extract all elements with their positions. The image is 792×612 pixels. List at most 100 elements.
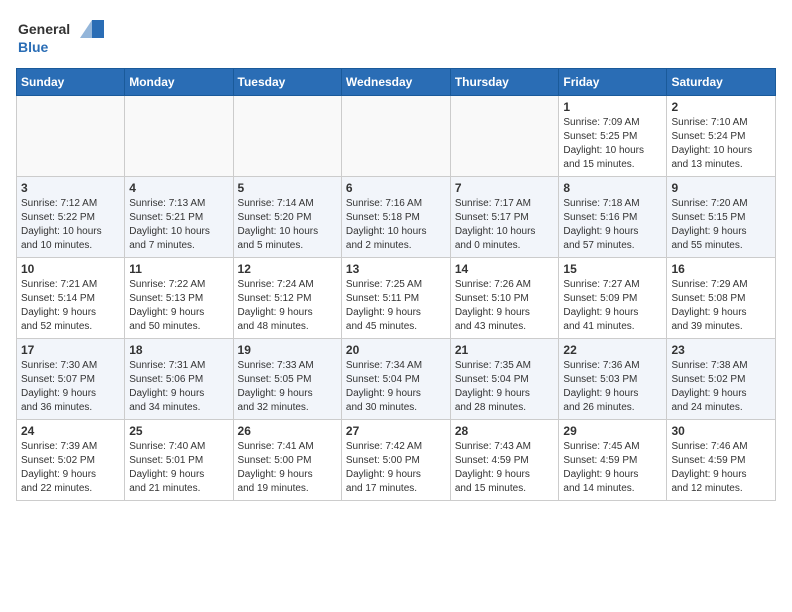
calendar-cell: 9 Sunrise: 7:20 AM Sunset: 5:15 PM Daylig… <box>667 177 776 258</box>
day-info: Sunrise: 7:10 AM Sunset: 5:24 PM Dayligh… <box>671 116 771 172</box>
day-number: 15 <box>563 262 662 276</box>
calendar-cell: 3 Sunrise: 7:12 AM Sunset: 5:22 PM Daylig… <box>17 177 125 258</box>
day-number: 23 <box>671 343 771 357</box>
calendar-cell: 10 Sunrise: 7:21 AM Sunset: 5:14 PM Dayli… <box>17 258 125 339</box>
calendar-header-saturday: Saturday <box>667 69 776 96</box>
day-number: 10 <box>21 262 120 276</box>
svg-text:Blue: Blue <box>18 39 49 55</box>
day-number: 7 <box>455 181 555 195</box>
day-number: 14 <box>455 262 555 276</box>
calendar-cell: 8 Sunrise: 7:18 AM Sunset: 5:16 PM Daylig… <box>559 177 667 258</box>
calendar-cell: 5 Sunrise: 7:14 AM Sunset: 5:20 PM Daylig… <box>233 177 341 258</box>
day-info: Sunrise: 7:09 AM Sunset: 5:25 PM Dayligh… <box>563 116 662 172</box>
calendar-cell: 4 Sunrise: 7:13 AM Sunset: 5:21 PM Daylig… <box>125 177 233 258</box>
calendar-cell: 29Sunrise: 7:45 AM Sunset: 4:59 PM Dayli… <box>559 420 667 501</box>
day-number: 12 <box>238 262 337 276</box>
calendar-cell: 30 Sunrise: 7:46 AM Sunset: 4:59 PM Dayli… <box>667 420 776 501</box>
day-info: Sunrise: 7:31 AM Sunset: 5:06 PM Dayligh… <box>129 359 228 415</box>
calendar-cell: 11 Sunrise: 7:22 AM Sunset: 5:13 PM Dayli… <box>125 258 233 339</box>
calendar-cell: 1 Sunrise: 7:09 AM Sunset: 5:25 PM Daylig… <box>559 96 667 177</box>
day-info: Sunrise: 7:27 AM Sunset: 5:09 PM Dayligh… <box>563 278 662 334</box>
calendar-cell <box>17 96 125 177</box>
day-info: Sunrise: 7:12 AM Sunset: 5:22 PM Dayligh… <box>21 197 120 253</box>
day-number: 4 <box>129 181 228 195</box>
day-number: 20 <box>346 343 446 357</box>
day-info: Sunrise: 7:34 AM Sunset: 5:04 PM Dayligh… <box>346 359 446 415</box>
calendar-header-tuesday: Tuesday <box>233 69 341 96</box>
calendar-cell: 27 Sunrise: 7:42 AM Sunset: 5:00 PM Dayli… <box>341 420 450 501</box>
calendar-cell: 24Sunrise: 7:39 AM Sunset: 5:02 PM Dayli… <box>17 420 125 501</box>
day-info: Sunrise: 7:21 AM Sunset: 5:14 PM Dayligh… <box>21 278 120 334</box>
calendar-cell: 7Sunrise: 7:17 AM Sunset: 5:17 PM Daylig… <box>450 177 559 258</box>
calendar-header-row: SundayMondayTuesdayWednesdayThursdayFrid… <box>17 69 776 96</box>
day-info: Sunrise: 7:36 AM Sunset: 5:03 PM Dayligh… <box>563 359 662 415</box>
calendar-week-4: 17 Sunrise: 7:30 AM Sunset: 5:07 PM Dayli… <box>17 339 776 420</box>
day-number: 6 <box>346 181 446 195</box>
day-info: Sunrise: 7:20 AM Sunset: 5:15 PM Dayligh… <box>671 197 771 253</box>
day-number: 9 <box>671 181 771 195</box>
logo-icon: General Blue <box>16 16 106 60</box>
calendar-cell: 28 Sunrise: 7:43 AM Sunset: 4:59 PM Dayli… <box>450 420 559 501</box>
day-number: 13 <box>346 262 446 276</box>
calendar-cell: 16Sunrise: 7:29 AM Sunset: 5:08 PM Dayli… <box>667 258 776 339</box>
day-info: Sunrise: 7:35 AM Sunset: 5:04 PM Dayligh… <box>455 359 555 415</box>
calendar-header-thursday: Thursday <box>450 69 559 96</box>
day-number: 8 <box>563 181 662 195</box>
calendar-header-wednesday: Wednesday <box>341 69 450 96</box>
calendar-cell: 14 Sunrise: 7:26 AM Sunset: 5:10 PM Dayli… <box>450 258 559 339</box>
day-number: 26 <box>238 424 337 438</box>
calendar-header-friday: Friday <box>559 69 667 96</box>
calendar-cell: 15 Sunrise: 7:27 AM Sunset: 5:09 PM Dayli… <box>559 258 667 339</box>
calendar-cell: 22 Sunrise: 7:36 AM Sunset: 5:03 PM Dayli… <box>559 339 667 420</box>
day-number: 28 <box>455 424 555 438</box>
calendar-header-sunday: Sunday <box>17 69 125 96</box>
calendar-cell <box>450 96 559 177</box>
day-number: 1 <box>563 100 662 114</box>
day-info: Sunrise: 7:45 AM Sunset: 4:59 PM Dayligh… <box>563 440 662 496</box>
day-number: 19 <box>238 343 337 357</box>
calendar-table: SundayMondayTuesdayWednesdayThursdayFrid… <box>16 68 776 501</box>
day-number: 24 <box>21 424 120 438</box>
day-info: Sunrise: 7:22 AM Sunset: 5:13 PM Dayligh… <box>129 278 228 334</box>
day-info: Sunrise: 7:13 AM Sunset: 5:21 PM Dayligh… <box>129 197 228 253</box>
day-info: Sunrise: 7:46 AM Sunset: 4:59 PM Dayligh… <box>671 440 771 496</box>
calendar-cell: 19Sunrise: 7:33 AM Sunset: 5:05 PM Dayli… <box>233 339 341 420</box>
day-info: Sunrise: 7:30 AM Sunset: 5:07 PM Dayligh… <box>21 359 120 415</box>
calendar-week-5: 24Sunrise: 7:39 AM Sunset: 5:02 PM Dayli… <box>17 420 776 501</box>
day-number: 18 <box>129 343 228 357</box>
day-number: 21 <box>455 343 555 357</box>
day-info: Sunrise: 7:16 AM Sunset: 5:18 PM Dayligh… <box>346 197 446 253</box>
calendar-cell: 2 Sunrise: 7:10 AM Sunset: 5:24 PM Daylig… <box>667 96 776 177</box>
calendar-week-1: 1 Sunrise: 7:09 AM Sunset: 5:25 PM Daylig… <box>17 96 776 177</box>
day-number: 5 <box>238 181 337 195</box>
day-info: Sunrise: 7:41 AM Sunset: 5:00 PM Dayligh… <box>238 440 337 496</box>
calendar-cell: 6 Sunrise: 7:16 AM Sunset: 5:18 PM Daylig… <box>341 177 450 258</box>
day-number: 17 <box>21 343 120 357</box>
day-number: 27 <box>346 424 446 438</box>
calendar-cell <box>233 96 341 177</box>
day-info: Sunrise: 7:14 AM Sunset: 5:20 PM Dayligh… <box>238 197 337 253</box>
calendar-header-monday: Monday <box>125 69 233 96</box>
day-info: Sunrise: 7:43 AM Sunset: 4:59 PM Dayligh… <box>455 440 555 496</box>
calendar-cell: 20 Sunrise: 7:34 AM Sunset: 5:04 PM Dayli… <box>341 339 450 420</box>
day-number: 16 <box>671 262 771 276</box>
calendar-cell <box>125 96 233 177</box>
calendar-cell: 26 Sunrise: 7:41 AM Sunset: 5:00 PM Dayli… <box>233 420 341 501</box>
day-info: Sunrise: 7:26 AM Sunset: 5:10 PM Dayligh… <box>455 278 555 334</box>
day-number: 22 <box>563 343 662 357</box>
day-info: Sunrise: 7:18 AM Sunset: 5:16 PM Dayligh… <box>563 197 662 253</box>
calendar-week-2: 3 Sunrise: 7:12 AM Sunset: 5:22 PM Daylig… <box>17 177 776 258</box>
calendar-cell: 25Sunrise: 7:40 AM Sunset: 5:01 PM Dayli… <box>125 420 233 501</box>
day-number: 30 <box>671 424 771 438</box>
day-info: Sunrise: 7:42 AM Sunset: 5:00 PM Dayligh… <box>346 440 446 496</box>
day-number: 2 <box>671 100 771 114</box>
logo: General Blue <box>16 16 106 60</box>
day-number: 3 <box>21 181 120 195</box>
day-number: 11 <box>129 262 228 276</box>
calendar-cell <box>341 96 450 177</box>
day-info: Sunrise: 7:24 AM Sunset: 5:12 PM Dayligh… <box>238 278 337 334</box>
calendar-cell: 12 Sunrise: 7:24 AM Sunset: 5:12 PM Dayli… <box>233 258 341 339</box>
day-info: Sunrise: 7:25 AM Sunset: 5:11 PM Dayligh… <box>346 278 446 334</box>
calendar-cell: 13 Sunrise: 7:25 AM Sunset: 5:11 PM Dayli… <box>341 258 450 339</box>
calendar-cell: 17 Sunrise: 7:30 AM Sunset: 5:07 PM Dayli… <box>17 339 125 420</box>
